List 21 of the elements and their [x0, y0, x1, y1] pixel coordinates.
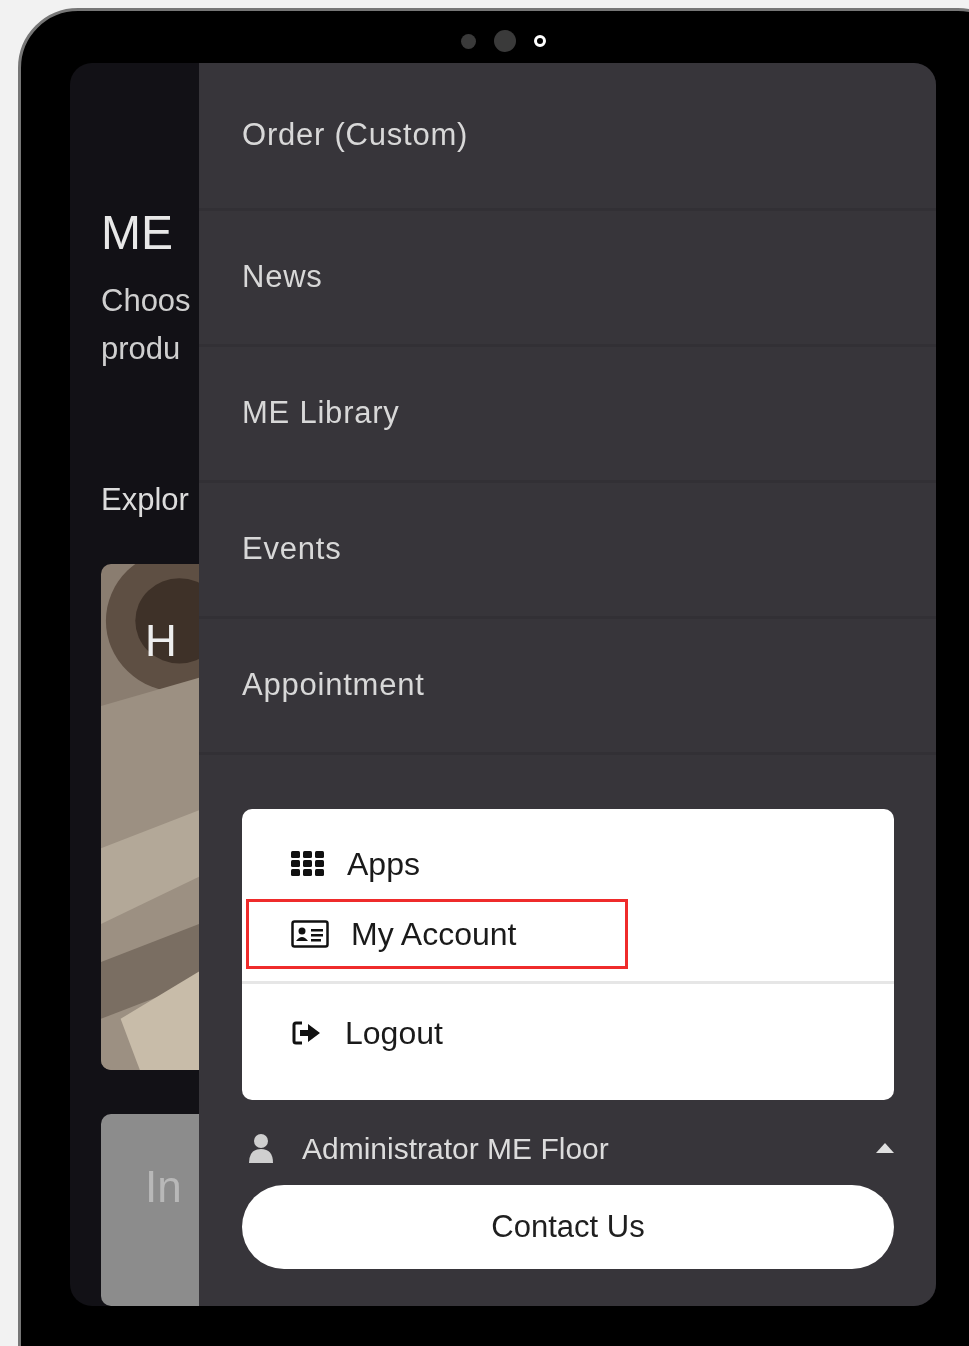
menu-item[interactable]: ME Library	[242, 390, 400, 437]
dropdown-item[interactable]: My Account	[246, 899, 628, 969]
menu-item[interactable]: Appointment	[242, 662, 425, 709]
id-card-icon	[291, 920, 329, 948]
user-icon	[248, 1133, 274, 1163]
sensor-icon	[533, 35, 546, 47]
menu-item[interactable]: Order (Custom)	[242, 112, 469, 159]
menu-item[interactable]: Events	[242, 526, 342, 573]
menu-item[interactable]: News	[242, 254, 323, 301]
category-card[interactable]: H	[101, 563, 199, 1071]
page-subtitle: produ	[101, 330, 182, 368]
grid-icon	[291, 851, 325, 877]
camera-icon	[493, 30, 516, 52]
dropdown-item[interactable]: Logout	[246, 998, 628, 1068]
card-label: H	[145, 614, 177, 667]
dropdown-item[interactable]: Apps	[246, 829, 628, 899]
section-label: Explor	[101, 481, 190, 519]
user-menu-toggle[interactable]: Administrator ME Floor	[242, 1122, 894, 1174]
page-subtitle: Choos	[101, 282, 192, 320]
contact-button[interactable]: Contact Us	[242, 1185, 894, 1269]
page-title: ME	[101, 209, 174, 257]
